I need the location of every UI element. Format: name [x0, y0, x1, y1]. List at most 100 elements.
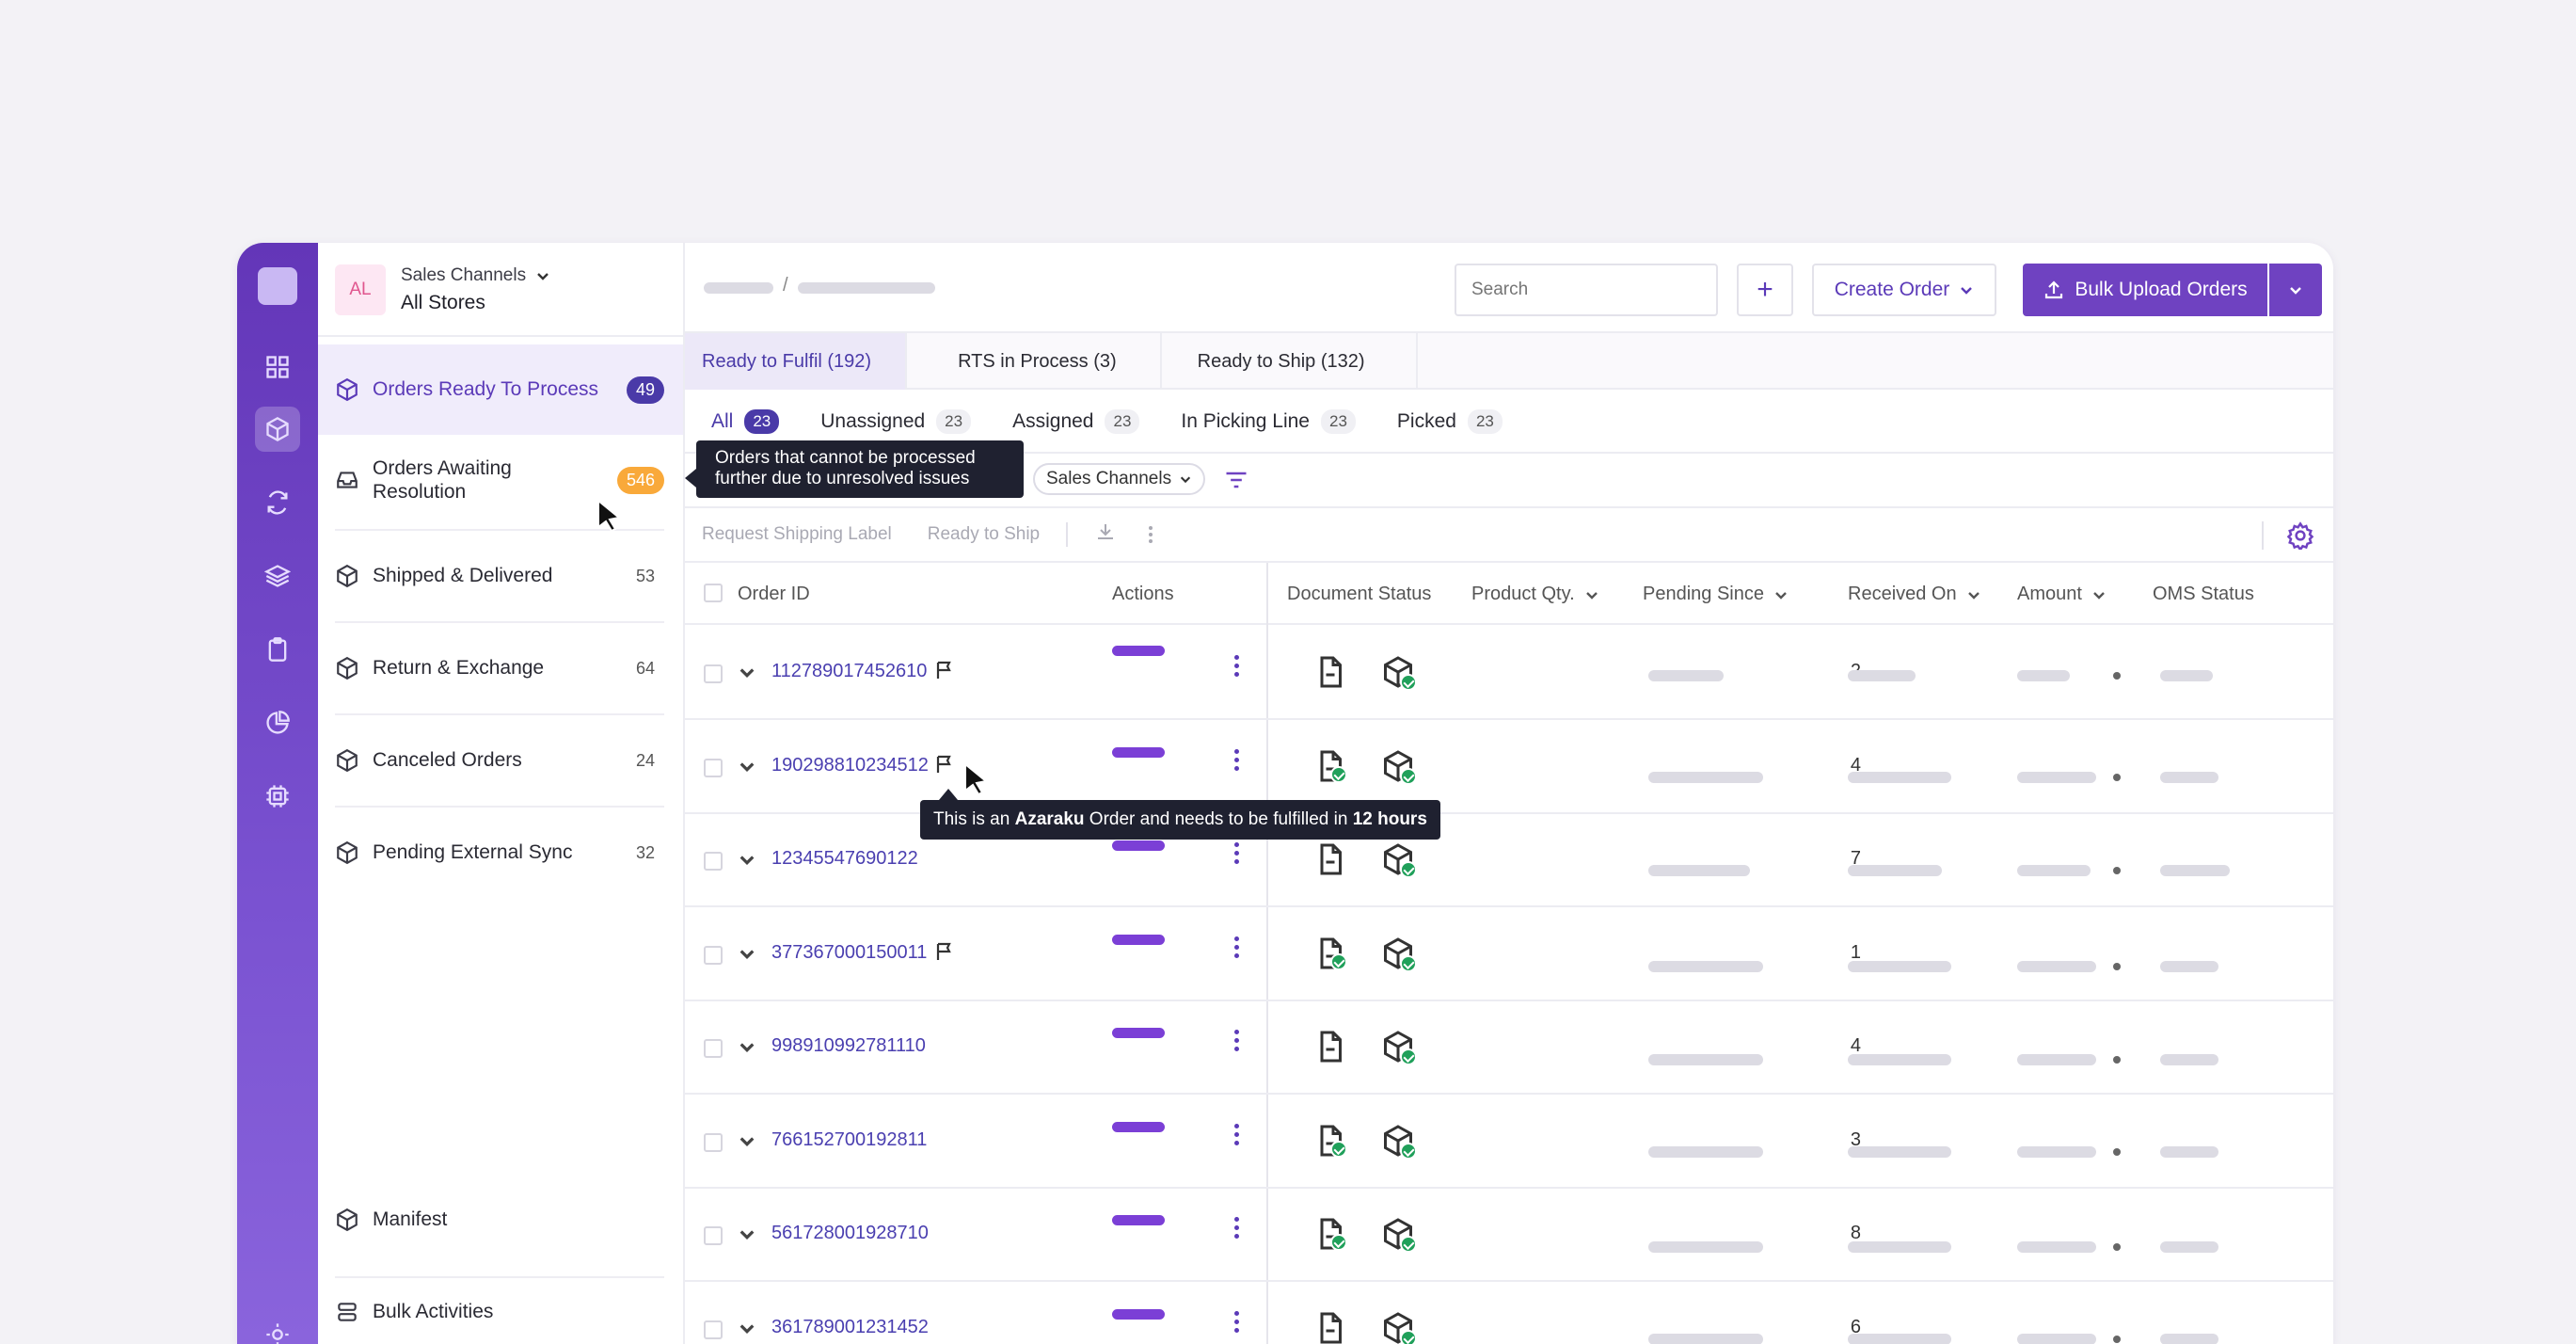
row-menu-icon[interactable] — [1234, 655, 1240, 680]
row-checkbox[interactable] — [704, 1132, 723, 1152]
action-status-pill[interactable] — [1112, 1028, 1165, 1038]
orders-box-icon[interactable] — [255, 407, 300, 452]
expand-chevron-icon[interactable] — [738, 1037, 756, 1061]
add-button[interactable]: + — [1737, 264, 1793, 316]
sales-channels-filter[interactable]: Sales Channels — [1033, 463, 1206, 495]
order-id-link[interactable]: 766152700192811 — [771, 1129, 927, 1151]
order-id-link[interactable]: 998910992781110 — [771, 1035, 926, 1057]
action-status-pill[interactable] — [1112, 840, 1165, 851]
col-product-qty[interactable]: Product Qty. — [1471, 584, 1599, 605]
document-icon[interactable] — [1313, 936, 1347, 975]
breadcrumb-placeholder[interactable] — [704, 282, 773, 294]
document-icon[interactable] — [1313, 1311, 1347, 1344]
tab-ready-to-fulfil[interactable]: Ready to Fulfil (192) — [685, 333, 908, 390]
action-status-pill[interactable] — [1112, 746, 1165, 758]
row-checkbox[interactable] — [704, 852, 723, 871]
request-shipping-label-button[interactable]: Request Shipping Label — [702, 524, 892, 545]
select-all-checkbox[interactable] — [704, 584, 723, 602]
order-id-link[interactable]: 112789017452610 — [771, 661, 927, 682]
breadcrumb-placeholder[interactable] — [798, 282, 935, 294]
expand-chevron-icon[interactable] — [738, 1319, 756, 1342]
table-settings-icon[interactable] — [2286, 521, 2314, 555]
col-pending-since[interactable]: Pending Since — [1643, 584, 1789, 605]
dashboard-icon[interactable] — [255, 344, 300, 390]
search-box[interactable] — [1455, 264, 1718, 316]
table-row[interactable]: 998910992781110 4 — [685, 1001, 2333, 1095]
table-row[interactable]: 1127890174526102 — [685, 627, 2333, 720]
sidebar-item-shipped-delivered[interactable]: Shipped & Delivered 53 — [318, 531, 683, 621]
package-icon[interactable] — [1381, 1311, 1417, 1344]
row-menu-icon[interactable] — [1234, 1123, 1240, 1149]
tab-ready-to-ship[interactable]: Ready to Ship (132) — [1162, 333, 1418, 390]
row-menu-icon[interactable] — [1234, 1310, 1240, 1336]
row-menu-icon[interactable] — [1234, 748, 1240, 775]
table-row[interactable]: 361789001231452 6 — [685, 1283, 2333, 1344]
filter-icon[interactable] — [1223, 467, 1249, 498]
action-status-pill[interactable] — [1112, 646, 1165, 656]
expand-chevron-icon[interactable] — [738, 850, 756, 873]
table-row[interactable]: 766152700192811 3 — [685, 1096, 2333, 1189]
package-icon[interactable] — [1381, 1124, 1417, 1162]
action-status-pill[interactable] — [1112, 934, 1165, 945]
expand-chevron-icon[interactable] — [738, 1131, 756, 1155]
ready-to-ship-button[interactable]: Ready to Ship — [928, 524, 1040, 545]
row-menu-icon[interactable] — [1234, 1030, 1240, 1055]
app-logo[interactable] — [258, 267, 297, 305]
document-icon[interactable] — [1313, 1217, 1347, 1256]
package-icon[interactable] — [1381, 1030, 1417, 1068]
settings-icon[interactable] — [255, 1312, 300, 1344]
package-icon[interactable] — [1381, 936, 1417, 975]
row-menu-icon[interactable] — [1234, 842, 1240, 868]
subtab-unassigned[interactable]: Unassigned 23 — [820, 409, 972, 434]
sidebar-item-bulk-activities[interactable]: Bulk Activities — [318, 1278, 683, 1344]
table-row[interactable]: 377367000150011 1 — [685, 908, 2333, 1001]
sidebar-item-manifest[interactable]: Manifest — [318, 1186, 683, 1254]
bulk-upload-button[interactable]: Bulk Upload Orders — [2023, 264, 2267, 316]
sidebar-item-canceled-orders[interactable]: Canceled Orders 24 — [318, 715, 683, 806]
subtab-picked[interactable]: Picked 23 — [1397, 409, 1503, 434]
document-icon[interactable] — [1313, 655, 1347, 694]
row-checkbox[interactable] — [704, 1320, 723, 1339]
order-id-link[interactable]: 361789001231452 — [771, 1317, 929, 1338]
sidebar-item-return-exchange[interactable]: Return & Exchange 64 — [318, 623, 683, 713]
action-status-pill[interactable] — [1112, 1215, 1165, 1225]
flag-icon[interactable] — [933, 940, 956, 968]
subtab-in-picking-line[interactable]: In Picking Line 23 — [1181, 409, 1356, 434]
row-checkbox[interactable] — [704, 1039, 723, 1058]
more-options-icon[interactable] — [1149, 526, 1153, 543]
row-checkbox[interactable] — [704, 664, 723, 683]
flag-icon[interactable] — [933, 659, 956, 686]
pie-chart-icon[interactable] — [255, 700, 300, 745]
row-checkbox[interactable] — [704, 945, 723, 965]
chip-icon[interactable] — [255, 774, 300, 819]
store-selector[interactable]: AL Sales Channels All Stores — [335, 264, 550, 316]
expand-chevron-icon[interactable] — [738, 663, 756, 686]
package-icon[interactable] — [1381, 842, 1417, 881]
sidebar-item-ready-to-process[interactable]: Orders Ready To Process 49 — [318, 344, 683, 435]
subtab-all[interactable]: All 23 — [711, 409, 780, 434]
expand-chevron-icon[interactable] — [738, 757, 756, 780]
create-order-button[interactable]: Create Order — [1812, 264, 1996, 316]
row-checkbox[interactable] — [704, 1226, 723, 1245]
expand-chevron-icon[interactable] — [738, 944, 756, 968]
expand-chevron-icon[interactable] — [738, 1224, 756, 1248]
subtab-assigned[interactable]: Assigned 23 — [1012, 409, 1140, 434]
row-menu-icon[interactable] — [1234, 936, 1240, 962]
package-icon[interactable] — [1381, 1217, 1417, 1256]
flag-icon[interactable] — [933, 753, 956, 780]
package-icon[interactable] — [1381, 655, 1417, 694]
order-id-link[interactable]: 12345547690122 — [771, 848, 918, 870]
document-icon[interactable] — [1313, 749, 1347, 788]
bulk-upload-dropdown[interactable] — [2269, 264, 2322, 316]
order-id-link[interactable]: 377367000150011 — [771, 942, 927, 964]
sidebar-item-pending-sync[interactable]: Pending External Sync 32 — [318, 808, 683, 898]
row-menu-icon[interactable] — [1234, 1217, 1240, 1242]
document-icon[interactable] — [1313, 1124, 1347, 1162]
document-icon[interactable] — [1313, 842, 1347, 881]
tab-rts-in-process[interactable]: RTS in Process (3) — [907, 333, 1162, 390]
sidebar-item-awaiting-resolution[interactable]: Orders Awaiting Resolution 546 — [318, 435, 683, 525]
action-status-pill[interactable] — [1112, 1308, 1165, 1320]
row-checkbox[interactable] — [704, 758, 723, 777]
clipboard-icon[interactable] — [255, 627, 300, 672]
action-status-pill[interactable] — [1112, 1121, 1165, 1132]
